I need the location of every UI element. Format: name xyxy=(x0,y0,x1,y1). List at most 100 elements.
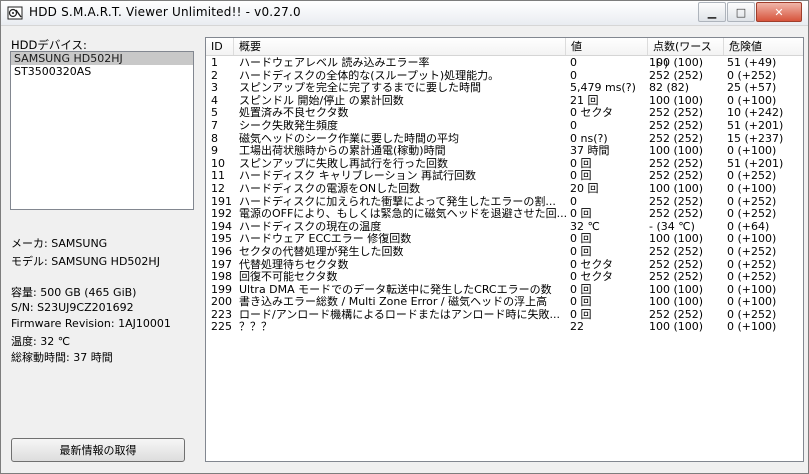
cell-id: 4 xyxy=(211,94,218,107)
device-item-seagate[interactable]: ST3500320AS xyxy=(11,65,193,78)
table-row[interactable]: 195 ハードウェア ECCエラー 修復回数 0 回 100 (100) 0 (+100… xyxy=(206,233,803,246)
cell-name: スピンドル 開始/停止 の累計回数 xyxy=(239,94,404,107)
cell-id: 223 xyxy=(211,308,232,321)
cell-name: 書き込みエラー総数 / Multi Zone Error / 磁気ヘッドの浮上高 xyxy=(239,296,548,309)
cell-id: 9 xyxy=(211,145,218,158)
table-row[interactable]: 192 電源のOFFにより、もしくは緊急的に磁気ヘッドを退避させた回... 0 回 2… xyxy=(206,208,803,221)
cell-name: ハードディスクの全体的な(スループット)処理能力。 xyxy=(239,69,500,82)
cell-threshold: 25 (+57) xyxy=(727,82,777,95)
cell-threshold: 0 (+100) xyxy=(727,296,777,309)
cell-value: 0 回 xyxy=(570,308,592,321)
close-icon: ✕ xyxy=(774,5,784,19)
cell-id: 195 xyxy=(211,233,232,246)
cell-name: ？？？ xyxy=(239,321,272,334)
cell-threshold: 0 (+100) xyxy=(727,321,777,334)
table-row[interactable]: 225 ？？？ 22 100 (100) 0 (+100) xyxy=(206,321,803,334)
cell-value: 5,479 ms(?) xyxy=(570,82,636,95)
cell-points: 252 (252) xyxy=(649,157,704,170)
cell-threshold: 51 (+201) xyxy=(727,157,784,170)
cell-value: 0 ns(?) xyxy=(570,132,608,145)
cell-points: 252 (252) xyxy=(649,195,704,208)
cell-value: 32 ℃ xyxy=(570,220,600,233)
column-header-value[interactable]: 値 xyxy=(566,38,648,55)
cell-threshold: 15 (+237) xyxy=(727,132,784,145)
table-row[interactable]: 2 ハードディスクの全体的な(スループット)処理能力。 0 252 (252) 0 (+… xyxy=(206,70,803,83)
cell-value: 0 セクタ xyxy=(570,271,614,284)
table-header: ID 概要 値 点数(ワースト) 危険値 xyxy=(206,38,803,70)
cell-value: 21 回 xyxy=(570,94,599,107)
cell-name: 処置済み不良セクタ数 xyxy=(239,107,349,120)
table-row[interactable]: 5 処置済み不良セクタ数 0 セクタ 252 (252) 10 (+242) xyxy=(206,107,803,120)
cell-id: 194 xyxy=(211,220,232,233)
minimize-icon: ▁ xyxy=(707,5,717,19)
cell-value: 0 回 xyxy=(570,157,592,170)
table-row[interactable]: 3 スピンアップを完全に完了するまでに要した時間 5,479 ms(?) 82 (82… xyxy=(206,82,803,95)
serial-text: S/N: S23UJ9CZ201692 xyxy=(11,301,134,314)
cell-name: ハードウェアレベル 読み込みエラー率 xyxy=(239,57,430,69)
smart-table: ID 概要 値 点数(ワースト) 危険値 1 ハードウェアレベル 読み込みエラー率… xyxy=(205,37,804,462)
cell-id: 200 xyxy=(211,296,232,309)
table-row[interactable]: 10 スピンアップに失敗し再試行を行った回数 0 回 252 (252) 51 (+20… xyxy=(206,158,803,171)
table-row[interactable]: 4 スピンドル 開始/停止 の累計回数 21 回 100 (100) 0 (+100) xyxy=(206,95,803,108)
table-row[interactable]: 199 Ultra DMA モードでのデータ転送中に発生したCRCエラーの数 0 回… xyxy=(206,284,803,297)
cell-points: 82 (82) xyxy=(649,82,690,95)
uptime-text: 総稼動時間: 37 時間 xyxy=(11,351,113,364)
table-row[interactable]: 194 ハードディスクの現在の温度 32 ℃ - (34 ℃) 0 (+64) xyxy=(206,221,803,234)
column-header-id[interactable]: ID xyxy=(206,38,234,55)
cell-threshold: 51 (+201) xyxy=(727,119,784,132)
cell-id: 197 xyxy=(211,258,232,271)
table-row[interactable]: 1 ハードウェアレベル 読み込みエラー率 0 100 (100) 51 (+49) xyxy=(206,57,803,70)
cell-threshold: 0 (+100) xyxy=(727,182,777,195)
cell-id: 12 xyxy=(211,182,225,195)
minimize-button[interactable]: ▁ xyxy=(698,2,726,22)
cell-points: 252 (252) xyxy=(649,69,704,82)
cell-threshold: 0 (+64) xyxy=(727,220,770,233)
maximize-button[interactable]: □ xyxy=(727,2,755,22)
cell-value: 0 回 xyxy=(570,208,592,221)
table-row[interactable]: 198 回復不可能セクタ数 0 セクタ 252 (252) 0 (+252) xyxy=(206,271,803,284)
device-list[interactable]: SAMSUNG HD502HJ ST3500320AS xyxy=(10,51,194,210)
table-row[interactable]: 11 ハードディスク キャリブレーション 再試行回数 0 回 252 (252) 0 (… xyxy=(206,170,803,183)
hdd-app-icon xyxy=(7,6,23,20)
cell-name: ハードディスクに加えられた衝撃によって発生したエラーの割... xyxy=(239,195,556,208)
table-row[interactable]: 200 書き込みエラー総数 / Multi Zone Error / 磁気ヘッドの… xyxy=(206,296,803,309)
table-row[interactable]: 12 ハードディスクの電源をONした回数 20 回 100 (100) 0 (+100) xyxy=(206,183,803,196)
column-header-name[interactable]: 概要 xyxy=(234,38,566,55)
temperature-text: 温度: 32 ℃ xyxy=(11,335,71,348)
cell-points: 100 (100) xyxy=(649,57,704,69)
table-row[interactable]: 196 セクタの代替処理が発生した回数 0 回 252 (252) 0 (+252) xyxy=(206,246,803,259)
table-row[interactable]: 223 ロード/アンロード機構によるロードまたはアンロード時に失敗... 0 回 25… xyxy=(206,309,803,322)
cell-name: ハードディスク キャリブレーション 再試行回数 xyxy=(239,170,477,183)
close-button[interactable]: ✕ xyxy=(756,2,802,22)
cell-threshold: 0 (+252) xyxy=(727,170,777,183)
table-row[interactable]: 8 磁気ヘッドのシーク作業に要した時間の平均 0 ns(?) 252 (252) 15 … xyxy=(206,133,803,146)
device-item-samsung[interactable]: SAMSUNG HD502HJ xyxy=(11,52,193,65)
window-title: HDD S.M.A.R.T. Viewer Unlimited!! - v0.2… xyxy=(29,5,301,19)
cell-value: 0 回 xyxy=(570,283,592,296)
cell-points: 100 (100) xyxy=(649,321,704,334)
main-window: HDD S.M.A.R.T. Viewer Unlimited!! - v0.2… xyxy=(0,0,809,474)
cell-points: 252 (252) xyxy=(649,308,704,321)
cell-points: 252 (252) xyxy=(649,107,704,120)
cell-id: 5 xyxy=(211,107,218,120)
cell-name: Ultra DMA モードでのデータ転送中に発生したCRCエラーの数 xyxy=(239,283,552,296)
cell-threshold: 0 (+100) xyxy=(727,283,777,296)
table-row[interactable]: 197 代替処理待ちセクタ数 0 セクタ 252 (252) 0 (+252) xyxy=(206,259,803,272)
title-bar[interactable]: HDD S.M.A.R.T. Viewer Unlimited!! - v0.2… xyxy=(1,1,808,26)
capacity-text: 容量: 500 GB (465 GiB) xyxy=(11,286,137,299)
table-row[interactable]: 9 工場出荷状態時からの累計通電(稼動)時間 37 時間 100 (100) 0 (+1… xyxy=(206,145,803,158)
window-controls: ▁ □ ✕ xyxy=(697,2,802,22)
cell-name: ハードウェア ECCエラー 修復回数 xyxy=(239,233,412,246)
cell-value: 20 回 xyxy=(570,182,599,195)
cell-points: 252 (252) xyxy=(649,258,704,271)
table-body: 1 ハードウェアレベル 読み込みエラー率 0 100 (100) 51 (+49) 2 ハー… xyxy=(206,57,803,334)
cell-threshold: 0 (+252) xyxy=(727,195,777,208)
table-row[interactable]: 7 シーク失敗発生頻度 0 252 (252) 51 (+201) xyxy=(206,120,803,133)
cell-id: 1 xyxy=(211,57,218,69)
cell-id: 10 xyxy=(211,157,225,170)
column-header-threshold[interactable]: 危険値 xyxy=(724,38,803,55)
refresh-button[interactable]: 最新情報の取得 xyxy=(11,438,185,462)
column-header-points[interactable]: 点数(ワースト) xyxy=(648,38,724,70)
cell-value: 0 回 xyxy=(570,170,592,183)
table-row[interactable]: 191 ハードディスクに加えられた衝撃によって発生したエラーの割... 0 252 (… xyxy=(206,196,803,209)
